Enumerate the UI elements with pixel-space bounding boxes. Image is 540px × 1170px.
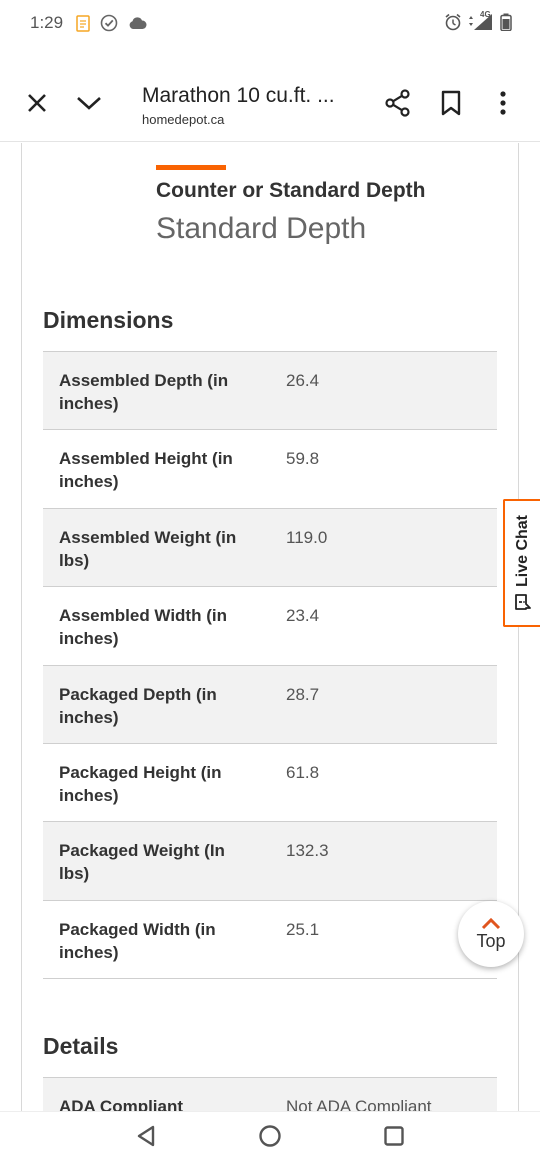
table-row: ADA Compliant Not ADA Compliant bbox=[43, 1078, 497, 1111]
recents-square-icon bbox=[384, 1126, 404, 1146]
nav-recents-button[interactable] bbox=[374, 1118, 414, 1154]
network-type-label: 4G bbox=[480, 10, 491, 19]
table-row: Packaged Weight (In lbs) 132.3 bbox=[43, 822, 497, 901]
live-chat-label: Live Chat bbox=[513, 514, 531, 588]
live-chat-button[interactable]: Live Chat bbox=[503, 499, 540, 627]
row-name: Assembled Width (in inches) bbox=[59, 606, 227, 649]
row-value: 26.4 bbox=[286, 371, 320, 390]
nav-back-button[interactable] bbox=[126, 1118, 166, 1154]
close-icon bbox=[28, 94, 46, 112]
content-frame-right bbox=[518, 143, 519, 1111]
system-navigation-bar bbox=[0, 1111, 540, 1170]
row-value: 59.8 bbox=[286, 449, 320, 469]
details-table: ADA Compliant Not ADA Compliant bbox=[43, 1077, 497, 1111]
page-domain[interactable]: homedepot.ca bbox=[142, 112, 224, 127]
share-icon bbox=[385, 89, 410, 117]
chat-icon bbox=[514, 594, 531, 610]
more-options-button[interactable] bbox=[486, 86, 520, 120]
home-circle-icon bbox=[259, 1125, 281, 1147]
row-value: 61.8 bbox=[286, 762, 320, 782]
row-value: 28.7 bbox=[286, 684, 320, 704]
check-circle-icon bbox=[100, 14, 118, 37]
table-row: Packaged Depth (in inches) 28.7 bbox=[43, 665, 497, 744]
back-to-top-button[interactable]: Top bbox=[458, 901, 524, 967]
status-system-icons: 4G bbox=[444, 10, 512, 36]
row-value: Not ADA Compliant bbox=[286, 1097, 432, 1111]
row-name: Assembled Height (in inches) bbox=[59, 449, 233, 492]
table-row: Assembled Height (in inches) 59.8 bbox=[43, 430, 497, 509]
chevron-up-icon bbox=[481, 917, 501, 929]
spec-header-value: Standard Depth bbox=[156, 212, 367, 245]
bookmark-button[interactable] bbox=[434, 86, 468, 120]
content-frame-left bbox=[21, 143, 22, 1111]
cloud-icon bbox=[128, 16, 147, 35]
alarm-icon bbox=[444, 13, 462, 36]
close-button[interactable] bbox=[20, 86, 54, 120]
custom-tab-toolbar: Marathon 10 cu.ft. ... homedepot.ca bbox=[0, 66, 540, 142]
status-time: 1:29 bbox=[30, 13, 64, 32]
more-vertical-icon bbox=[500, 91, 506, 115]
row-value: 132.3 bbox=[286, 841, 329, 861]
row-name: Assembled Weight (in lbs) bbox=[59, 527, 237, 570]
page-title[interactable]: Marathon 10 cu.ft. ... bbox=[142, 84, 335, 108]
accent-bar bbox=[156, 165, 226, 170]
nav-home-button[interactable] bbox=[250, 1118, 290, 1154]
battery-icon bbox=[500, 13, 512, 36]
spec-header-label: Counter or Standard Depth bbox=[156, 179, 426, 202]
signal-icon: 4G bbox=[468, 10, 494, 36]
table-row: Packaged Height (in inches) 61.8 bbox=[43, 744, 497, 823]
chevron-down-icon bbox=[77, 97, 101, 110]
minimize-button[interactable] bbox=[72, 86, 106, 120]
share-button[interactable] bbox=[381, 86, 415, 120]
row-value: 25.1 bbox=[286, 919, 320, 939]
back-triangle-icon bbox=[137, 1125, 155, 1147]
details-heading: Details bbox=[43, 1033, 119, 1059]
row-value: 119.0 bbox=[286, 527, 328, 547]
row-name: Packaged Width (in inches) bbox=[59, 919, 216, 962]
row-name: ADA Compliant bbox=[59, 1097, 184, 1111]
row-name: Assembled Depth (in inches) bbox=[59, 371, 229, 413]
row-name: Packaged Weight (In lbs) bbox=[59, 841, 225, 884]
row-value: 23.4 bbox=[286, 606, 320, 626]
web-content[interactable]: Counter or Standard Depth Standard Depth… bbox=[0, 143, 540, 1111]
status-notification-icons bbox=[76, 14, 147, 37]
row-name: Packaged Height (in inches) bbox=[59, 762, 222, 805]
row-name: Packaged Depth (in inches) bbox=[59, 684, 217, 727]
bookmark-icon bbox=[441, 90, 461, 116]
status-bar: 1:29 4G bbox=[0, 0, 540, 48]
table-row: Assembled Width (in inches) 23.4 bbox=[43, 587, 497, 666]
table-row: Packaged Width (in inches) 25.1 bbox=[43, 901, 497, 980]
dimensions-table: Assembled Depth (in inches) 26.4 Assembl… bbox=[43, 351, 497, 980]
table-row: Assembled Weight (in lbs) 119.0 bbox=[43, 508, 497, 588]
app-notification-icon bbox=[76, 14, 90, 37]
table-row: Assembled Depth (in inches) 26.4 bbox=[43, 352, 497, 431]
dimensions-heading: Dimensions bbox=[43, 307, 174, 333]
back-to-top-label: Top bbox=[476, 930, 506, 951]
